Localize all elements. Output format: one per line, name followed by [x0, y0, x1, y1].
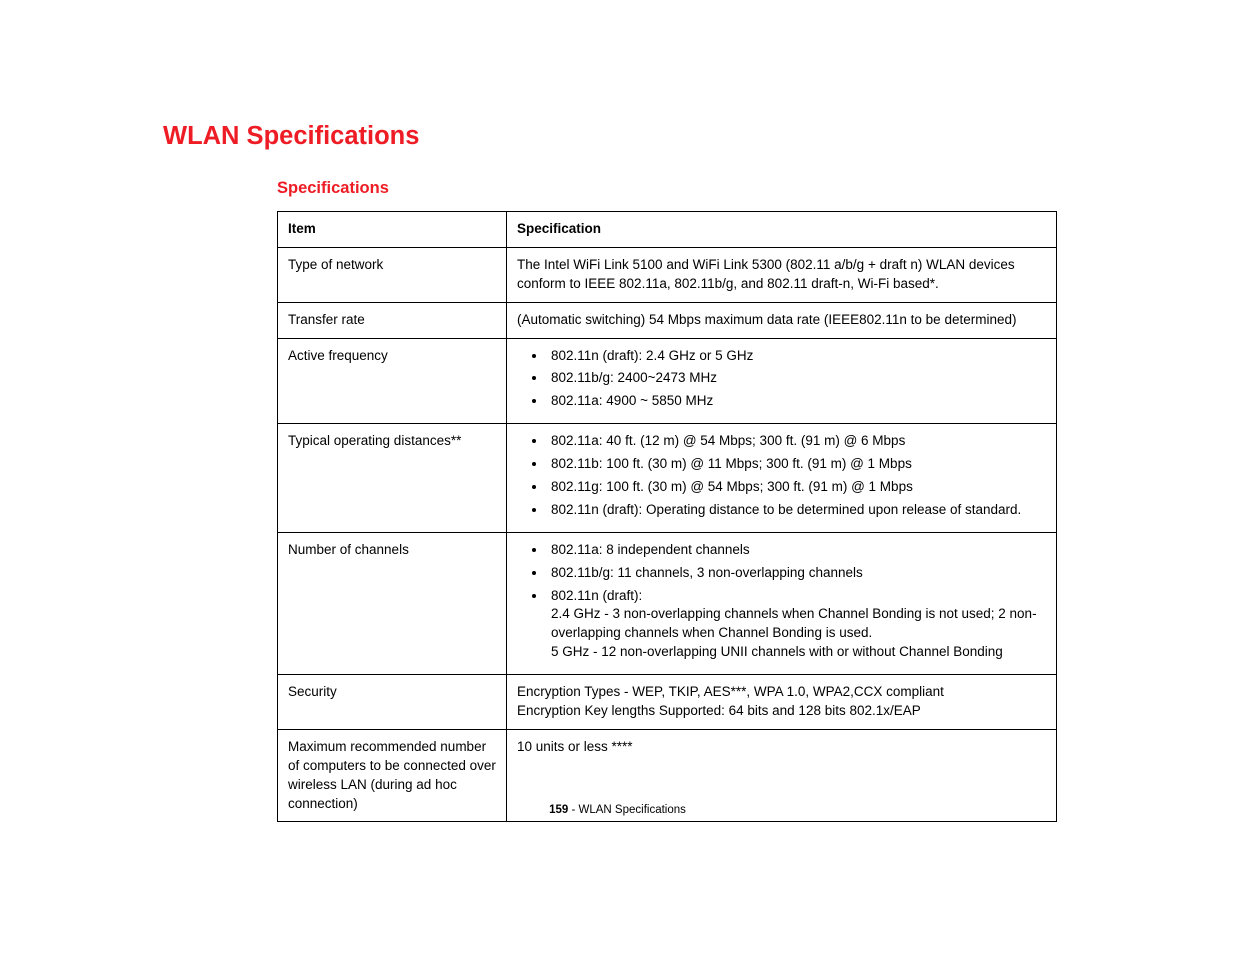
table-body: Type of networkThe Intel WiFi Link 5100 … [278, 247, 1057, 822]
footer-sep: - [568, 804, 578, 816]
cell-item: Type of network [278, 247, 507, 302]
cell-spec: 802.11a: 40 ft. (12 m) @ 54 Mbps; 300 ft… [507, 424, 1057, 533]
cell-item: Typical operating distances** [278, 424, 507, 533]
spec-list: 802.11a: 40 ft. (12 m) @ 54 Mbps; 300 ft… [517, 432, 1046, 520]
list-item-text: 802.11a: 8 independent channels [551, 542, 750, 557]
list-item-text: 802.11n (draft): Operating distance to b… [551, 502, 1021, 517]
table-row: Number of channels802.11a: 8 independent… [278, 532, 1057, 674]
table-header-row: Item Specification [278, 212, 1057, 248]
spec-list: 802.11a: 8 independent channels 802.11b/g… [517, 541, 1046, 662]
table-row: SecurityEncryption Types - WEP, TKIP, AE… [278, 675, 1057, 730]
table-row: Type of networkThe Intel WiFi Link 5100 … [278, 247, 1057, 302]
cell-item: Security [278, 675, 507, 730]
list-item: 802.11n (draft): Operating distance to b… [547, 501, 1046, 520]
footer-title: WLAN Specifications [579, 804, 686, 816]
list-item: 802.11g: 100 ft. (30 m) @ 54 Mbps; 300 f… [547, 478, 1046, 497]
spec-list: 802.11n (draft): 2.4 GHz or 5 GHz 802.11b… [517, 347, 1046, 412]
cell-item: Transfer rate [278, 302, 507, 338]
list-item: 802.11b/g: 11 channels, 3 non-overlappin… [547, 564, 1046, 583]
cell-item: Number of channels [278, 532, 507, 674]
list-item-text: 802.11b/g: 11 channels, 3 non-overlappin… [551, 565, 863, 580]
list-item-text: 802.11a: 40 ft. (12 m) @ 54 Mbps; 300 ft… [551, 433, 905, 448]
cell-item: Active frequency [278, 338, 507, 424]
header-item: Item [278, 212, 507, 248]
list-item-subtext: 5 GHz - 12 non-overlapping UNII channels… [551, 643, 1046, 662]
cell-spec: Encryption Types - WEP, TKIP, AES***, WP… [507, 675, 1057, 730]
list-item-text: 802.11b/g: 2400~2473 MHz [551, 370, 717, 385]
section-title: Specifications [277, 179, 389, 198]
specifications-table: Item Specification Type of networkThe In… [277, 211, 1057, 822]
cell-spec: 802.11n (draft): 2.4 GHz or 5 GHz 802.11b… [507, 338, 1057, 424]
list-item-text: 802.11n (draft): [551, 588, 642, 603]
list-item-text: 802.11b: 100 ft. (30 m) @ 11 Mbps; 300 f… [551, 456, 912, 471]
list-item: 802.11a: 4900 ~ 5850 MHz [547, 392, 1046, 411]
list-item: 802.11a: 8 independent channels [547, 541, 1046, 560]
header-spec: Specification [507, 212, 1057, 248]
list-item-text: 802.11n (draft): 2.4 GHz or 5 GHz [551, 348, 753, 363]
list-item-subtext: 2.4 GHz - 3 non-overlapping channels whe… [551, 605, 1046, 643]
cell-spec: The Intel WiFi Link 5100 and WiFi Link 5… [507, 247, 1057, 302]
cell-spec: (Automatic switching) 54 Mbps maximum da… [507, 302, 1057, 338]
list-item: 802.11b: 100 ft. (30 m) @ 11 Mbps; 300 f… [547, 455, 1046, 474]
list-item: 802.11n (draft): 2.4 GHz - 3 non-overlapp… [547, 587, 1046, 663]
list-item: 802.11b/g: 2400~2473 MHz [547, 369, 1046, 388]
table-row: Active frequency802.11n (draft): 2.4 GHz… [278, 338, 1057, 424]
list-item-text: 802.11a: 4900 ~ 5850 MHz [551, 393, 713, 408]
list-item-text: 802.11g: 100 ft. (30 m) @ 54 Mbps; 300 f… [551, 479, 913, 494]
table-row: Typical operating distances** 802.11a: 40… [278, 424, 1057, 533]
page-number: 159 [549, 804, 568, 816]
list-item: 802.11n (draft): 2.4 GHz or 5 GHz [547, 347, 1046, 366]
table-row: Transfer rate(Automatic switching) 54 Mb… [278, 302, 1057, 338]
page: WLAN Specifications Specifications Item … [0, 0, 1235, 954]
cell-spec: 802.11a: 8 independent channels 802.11b/g… [507, 532, 1057, 674]
page-footer: 159 - WLAN Specifications [0, 804, 1235, 816]
page-title: WLAN Specifications [163, 122, 419, 151]
list-item: 802.11a: 40 ft. (12 m) @ 54 Mbps; 300 ft… [547, 432, 1046, 451]
